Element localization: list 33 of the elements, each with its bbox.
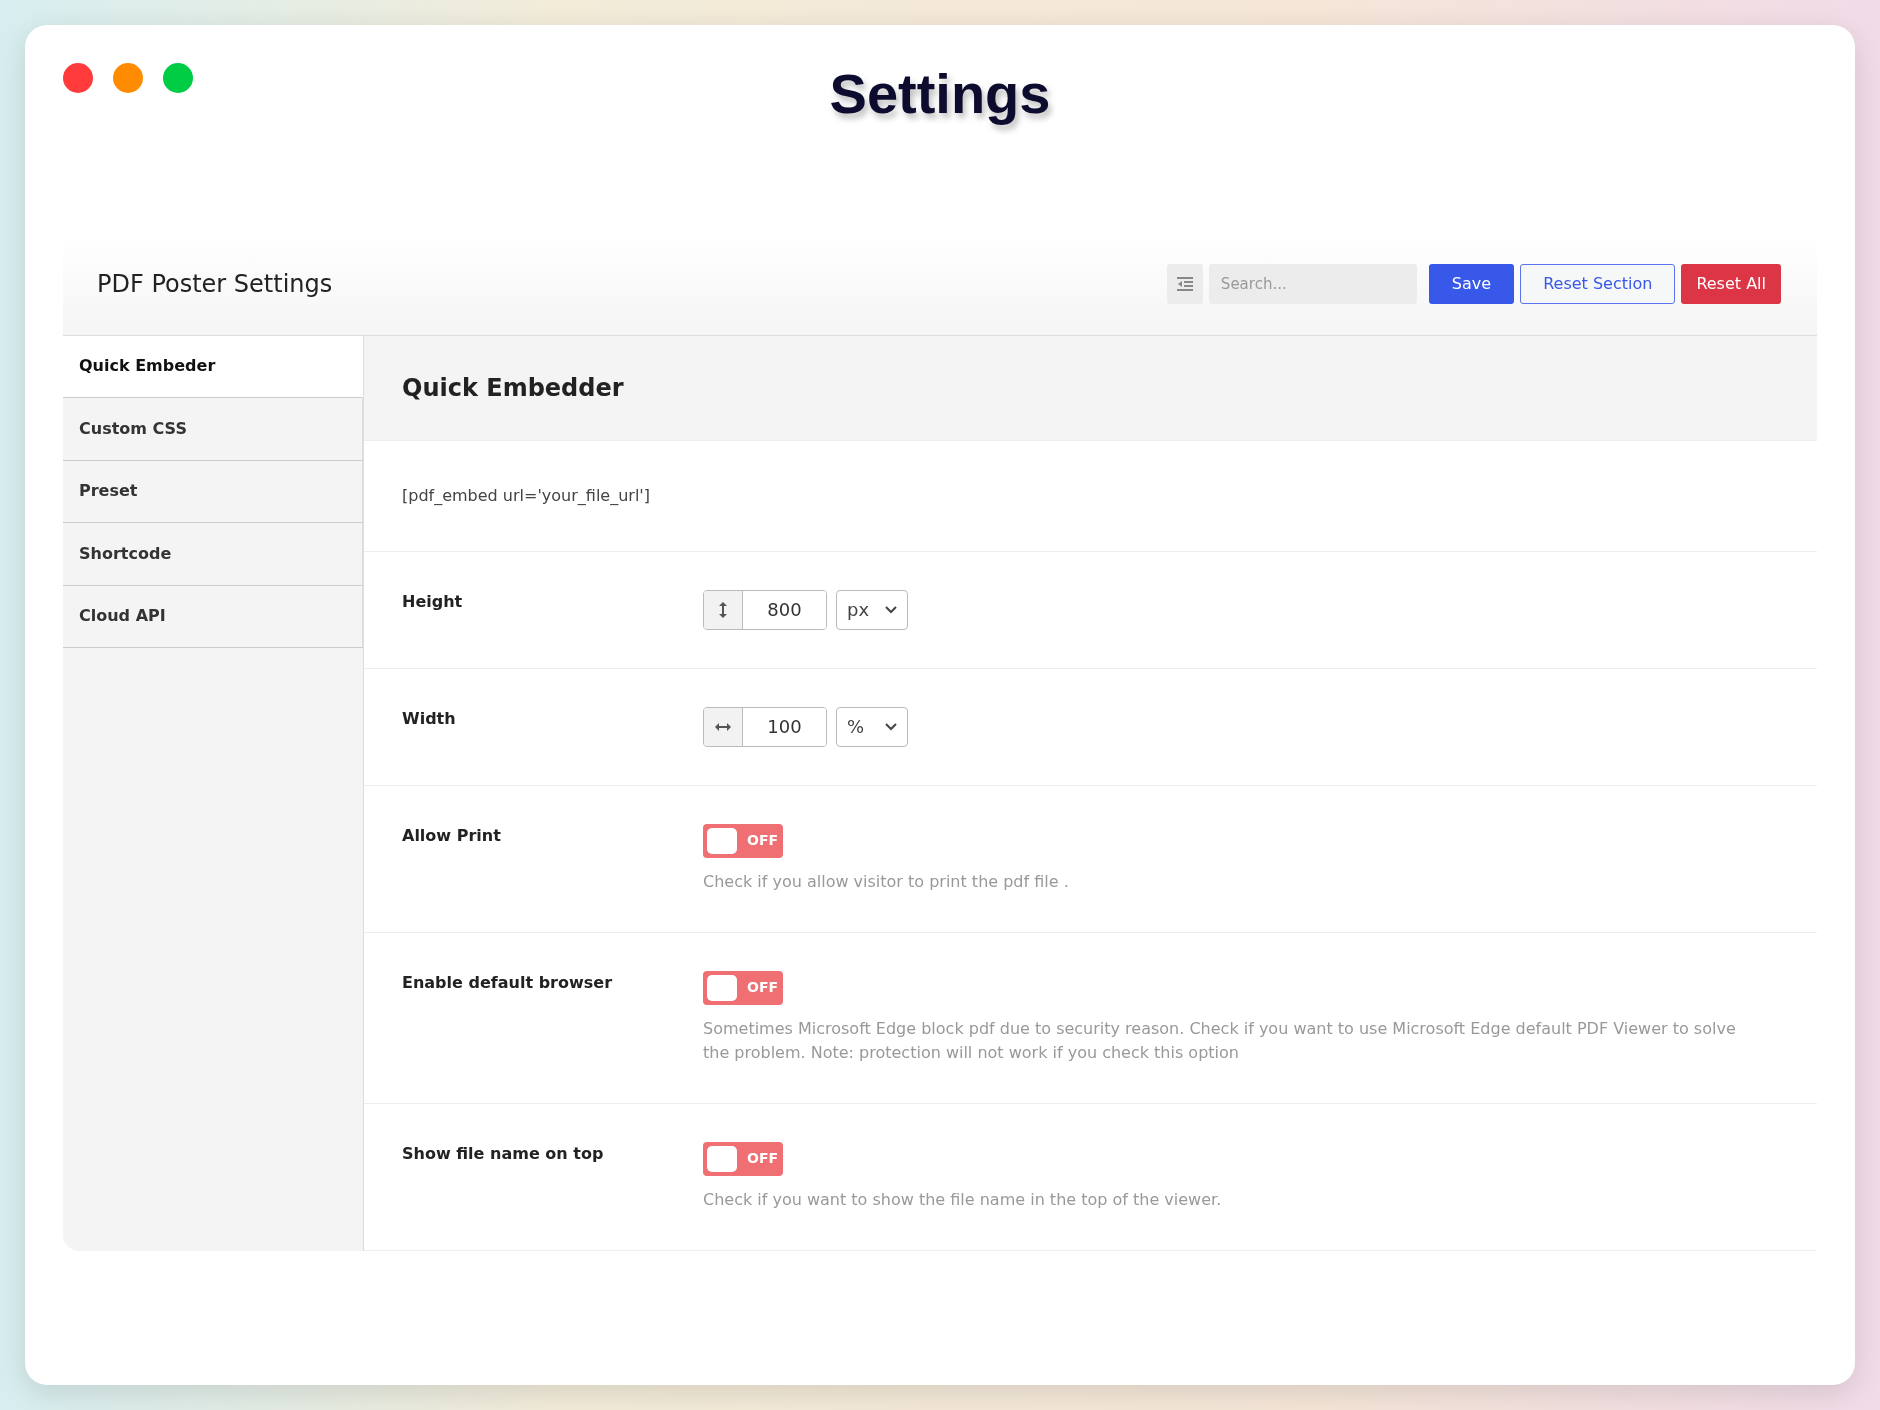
sidebar-tab[interactable]: Quick Embeder xyxy=(63,335,363,399)
field-label: Enable default browser xyxy=(402,971,613,994)
chevron-down-icon xyxy=(885,605,897,614)
dimension-input[interactable]: 100 xyxy=(703,706,827,747)
horizontal-arrow-icon xyxy=(715,722,731,731)
field-label: Allow Print xyxy=(402,824,502,847)
field-description: Sometimes Microsoft Edge block pdf due to security reason. Check if you want to use Microsoft Edge default PDF Viewer to solve the problem. Note: protection will not work if you check this option xyxy=(703,1017,1737,1064)
field-description: Check if you want to show the file name in the top of the viewer. xyxy=(703,1188,1222,1211)
sidebar-tab[interactable]: Shortcode xyxy=(63,523,363,586)
field-description: Check if you allow visitor to print the pdf file . xyxy=(703,870,1069,893)
sidebar-tab[interactable]: Custom CSS xyxy=(63,398,363,461)
window-title: Settings xyxy=(829,63,1051,125)
sidebar-tab[interactable]: Cloud API xyxy=(63,585,363,649)
field-label: Width xyxy=(402,707,457,730)
outdent-icon[interactable] xyxy=(1166,263,1203,304)
section-title: Quick Embedder xyxy=(364,335,1817,441)
chevron-down-icon xyxy=(885,722,897,731)
shortcode-text: [pdf_embed url='your_file_url'] xyxy=(402,484,650,507)
close-icon[interactable] xyxy=(63,63,93,93)
unit-select[interactable]: % xyxy=(836,706,908,747)
maximize-icon[interactable] xyxy=(163,63,193,93)
reset-section-button[interactable]: Reset Section xyxy=(1520,263,1676,304)
search-field[interactable]: Search... xyxy=(1208,263,1417,304)
panel-title: PDF Poster Settings xyxy=(97,268,333,300)
dimension-input[interactable]: 800 xyxy=(703,589,827,630)
sidebar-tab[interactable]: Preset xyxy=(63,460,363,524)
minimize-icon[interactable] xyxy=(113,63,143,93)
vertical-arrow-icon xyxy=(719,601,727,618)
unit-select[interactable]: px xyxy=(836,589,908,630)
field-label: Show file name on top xyxy=(402,1142,605,1165)
save-button[interactable]: Save xyxy=(1428,263,1515,304)
reset-all-button[interactable]: Reset All xyxy=(1681,263,1781,304)
field-label: Height xyxy=(402,590,464,613)
